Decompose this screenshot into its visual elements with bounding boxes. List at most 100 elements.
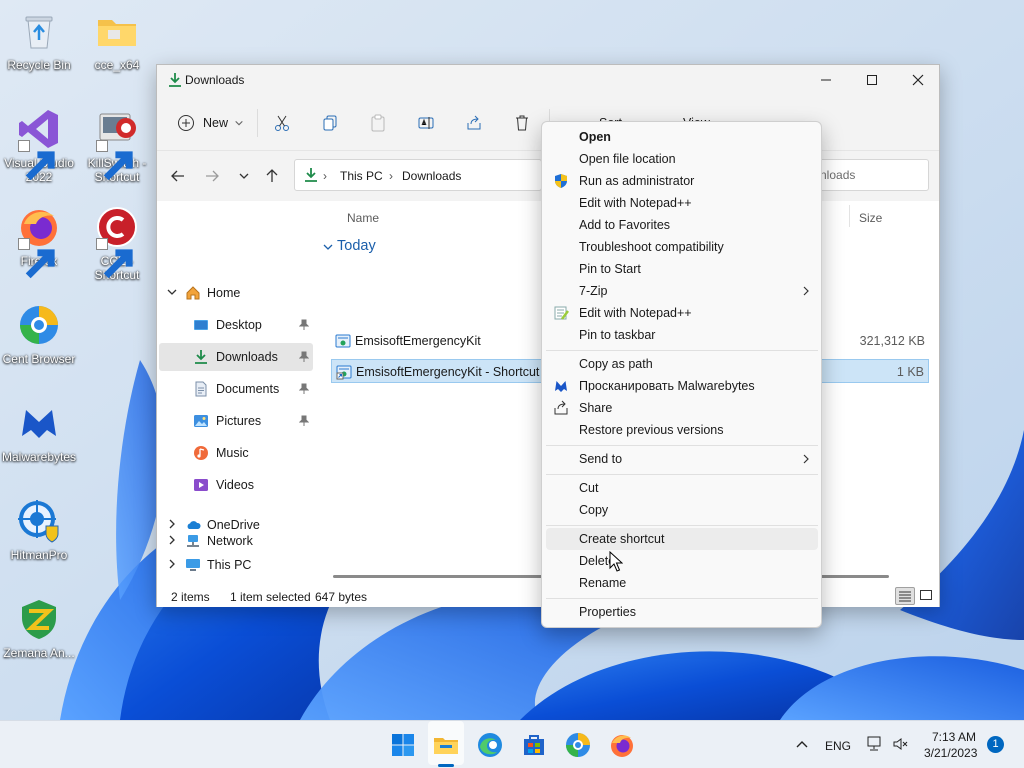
forward-button[interactable]: [203, 167, 221, 185]
menu-item-properties[interactable]: Properties: [546, 601, 818, 623]
desktop-icon-firefox[interactable]: Firefox: [0, 204, 78, 279]
details-view-icon: [899, 591, 911, 602]
menu-item-copy[interactable]: Copy: [546, 499, 818, 521]
videos-icon: [194, 479, 208, 491]
nav-network[interactable]: Network: [159, 527, 313, 555]
pictures-icon: [194, 415, 208, 427]
taskbar-store[interactable]: [520, 731, 548, 759]
column-header-size[interactable]: Size: [859, 211, 882, 225]
nav-videos[interactable]: Videos: [159, 471, 313, 499]
clock-time[interactable]: 7:13 AM: [932, 730, 976, 744]
cut-button[interactable]: [273, 109, 291, 137]
tiles-view-button[interactable]: [917, 587, 937, 605]
cent-browser-icon: [566, 733, 590, 757]
nav-downloads[interactable]: Downloads: [159, 343, 313, 371]
close-button[interactable]: [895, 65, 941, 95]
menu-item-rename[interactable]: Rename: [546, 572, 818, 594]
mouse-cursor-icon: [609, 551, 623, 572]
menu-item-share[interactable]: Share: [546, 397, 818, 419]
menu-item-run-as-administrator[interactable]: Run as administrator: [546, 170, 818, 192]
arrow-up-icon: [266, 169, 278, 182]
status-item-count: 2 items: [171, 590, 210, 604]
taskbar-cent-browser[interactable]: [564, 731, 592, 759]
menu-item-scan-malwarebytes[interactable]: Просканировать Malwarebytes: [546, 375, 818, 397]
pin-icon: [299, 351, 309, 362]
desktop-icon-zemana[interactable]: Zemana An...: [0, 596, 78, 660]
malwarebytes-icon: [16, 400, 62, 446]
menu-item-add-to-favorites[interactable]: Add to Favorites: [546, 214, 818, 236]
menu-item-edit-with-notepadpp[interactable]: Edit with Notepad++: [546, 192, 818, 214]
menu-item-restore-previous-versions[interactable]: Restore previous versions: [546, 419, 818, 441]
copy-button[interactable]: [321, 109, 339, 137]
edge-icon: [478, 733, 502, 757]
nav-home[interactable]: Home: [159, 279, 313, 307]
back-button[interactable]: [169, 167, 187, 185]
new-button-label: New: [203, 116, 229, 130]
nav-documents[interactable]: Documents: [159, 375, 313, 403]
taskbar-firefox[interactable]: [608, 731, 636, 759]
desktop-icon-hitmanpro[interactable]: HitmanPro: [0, 498, 78, 562]
desktop-icon-malwarebytes[interactable]: Malwarebytes: [0, 400, 78, 464]
menu-item-delete[interactable]: Delete: [546, 550, 818, 572]
menu-item-cut[interactable]: Cut: [546, 477, 818, 499]
desktop-icon-visual-studio[interactable]: Visual Studio 2022: [0, 106, 78, 184]
column-header-name[interactable]: Name: [347, 211, 379, 225]
chevron-right-icon: [169, 535, 175, 545]
menu-item-open-file-location[interactable]: Open file location: [546, 148, 818, 170]
desktop-icon-cent-browser[interactable]: Cent Browser: [0, 302, 78, 366]
taskbar-edge[interactable]: [476, 731, 504, 759]
desktop-icon-cce-x64[interactable]: cce_x64: [78, 8, 156, 72]
nav-pictures[interactable]: Pictures: [159, 407, 313, 435]
menu-item-edit-with-notepadpp-2[interactable]: Edit with Notepad++: [546, 302, 818, 324]
language-indicator[interactable]: ENG: [825, 739, 851, 753]
nav-this-pc[interactable]: This PC: [159, 551, 313, 579]
details-view-button[interactable]: [895, 587, 915, 605]
desktop-icon-cce[interactable]: CCE - Shortcut: [78, 204, 156, 282]
breadcrumb-this-pc[interactable]: This PC: [340, 169, 383, 183]
desktop-icon-killswitch[interactable]: KillSwitch - Shortcut: [78, 106, 156, 184]
clock-date[interactable]: 3/21/2023: [924, 746, 977, 760]
desktop-icon-recycle-bin[interactable]: Recycle Bin: [0, 8, 78, 72]
toolbar-separator: [257, 109, 258, 137]
menu-item-send-to[interactable]: Send to: [546, 448, 818, 470]
rename-button[interactable]: [417, 109, 435, 137]
new-button[interactable]: New: [177, 109, 244, 137]
menu-item-copy-as-path[interactable]: Copy as path: [546, 353, 818, 375]
pin-icon: [299, 319, 309, 330]
menu-item-troubleshoot-compatibility[interactable]: Troubleshoot compatibility: [546, 236, 818, 258]
network-icon: [187, 535, 199, 547]
network-status-icon[interactable]: [866, 735, 884, 753]
menu-item-open[interactable]: Open: [546, 126, 818, 148]
address-bar[interactable]: › This PC › Downloads: [294, 159, 542, 191]
show-hidden-icons-button[interactable]: [796, 739, 808, 749]
home-icon: [186, 286, 200, 300]
nav-desktop[interactable]: Desktop: [159, 311, 313, 339]
maximize-button[interactable]: [849, 65, 895, 95]
share-icon: [467, 115, 481, 130]
downloads-icon: [195, 350, 207, 364]
notification-badge[interactable]: 1: [987, 736, 1004, 753]
minimize-button[interactable]: [803, 65, 849, 95]
recent-locations-button[interactable]: [235, 167, 253, 185]
paste-button[interactable]: [369, 109, 387, 137]
menu-item-create-shortcut[interactable]: Create shortcut: [546, 528, 818, 550]
volume-muted-icon[interactable]: [892, 736, 908, 752]
folder-icon: [94, 8, 140, 54]
chevron-down-icon: [323, 244, 333, 250]
menu-item-pin-to-taskbar[interactable]: Pin to taskbar: [546, 324, 818, 346]
document-icon: [195, 381, 207, 397]
taskbar-file-explorer[interactable]: [432, 731, 460, 759]
start-button[interactable]: [389, 731, 417, 759]
up-button[interactable]: [263, 167, 281, 185]
breadcrumb-downloads[interactable]: Downloads: [402, 169, 461, 183]
nav-music[interactable]: Music: [159, 439, 313, 467]
search-input[interactable]: nloads: [815, 159, 929, 191]
context-menu: Open Open file location Run as administr…: [541, 121, 822, 628]
share-button[interactable]: [465, 109, 483, 137]
delete-button[interactable]: [513, 109, 531, 137]
menu-item-pin-to-start[interactable]: Pin to Start: [546, 258, 818, 280]
malwarebytes-icon: [555, 381, 567, 392]
title-bar[interactable]: Downloads: [157, 65, 939, 95]
column-separator: [849, 205, 850, 227]
menu-item-7zip[interactable]: 7-Zip: [546, 280, 818, 302]
